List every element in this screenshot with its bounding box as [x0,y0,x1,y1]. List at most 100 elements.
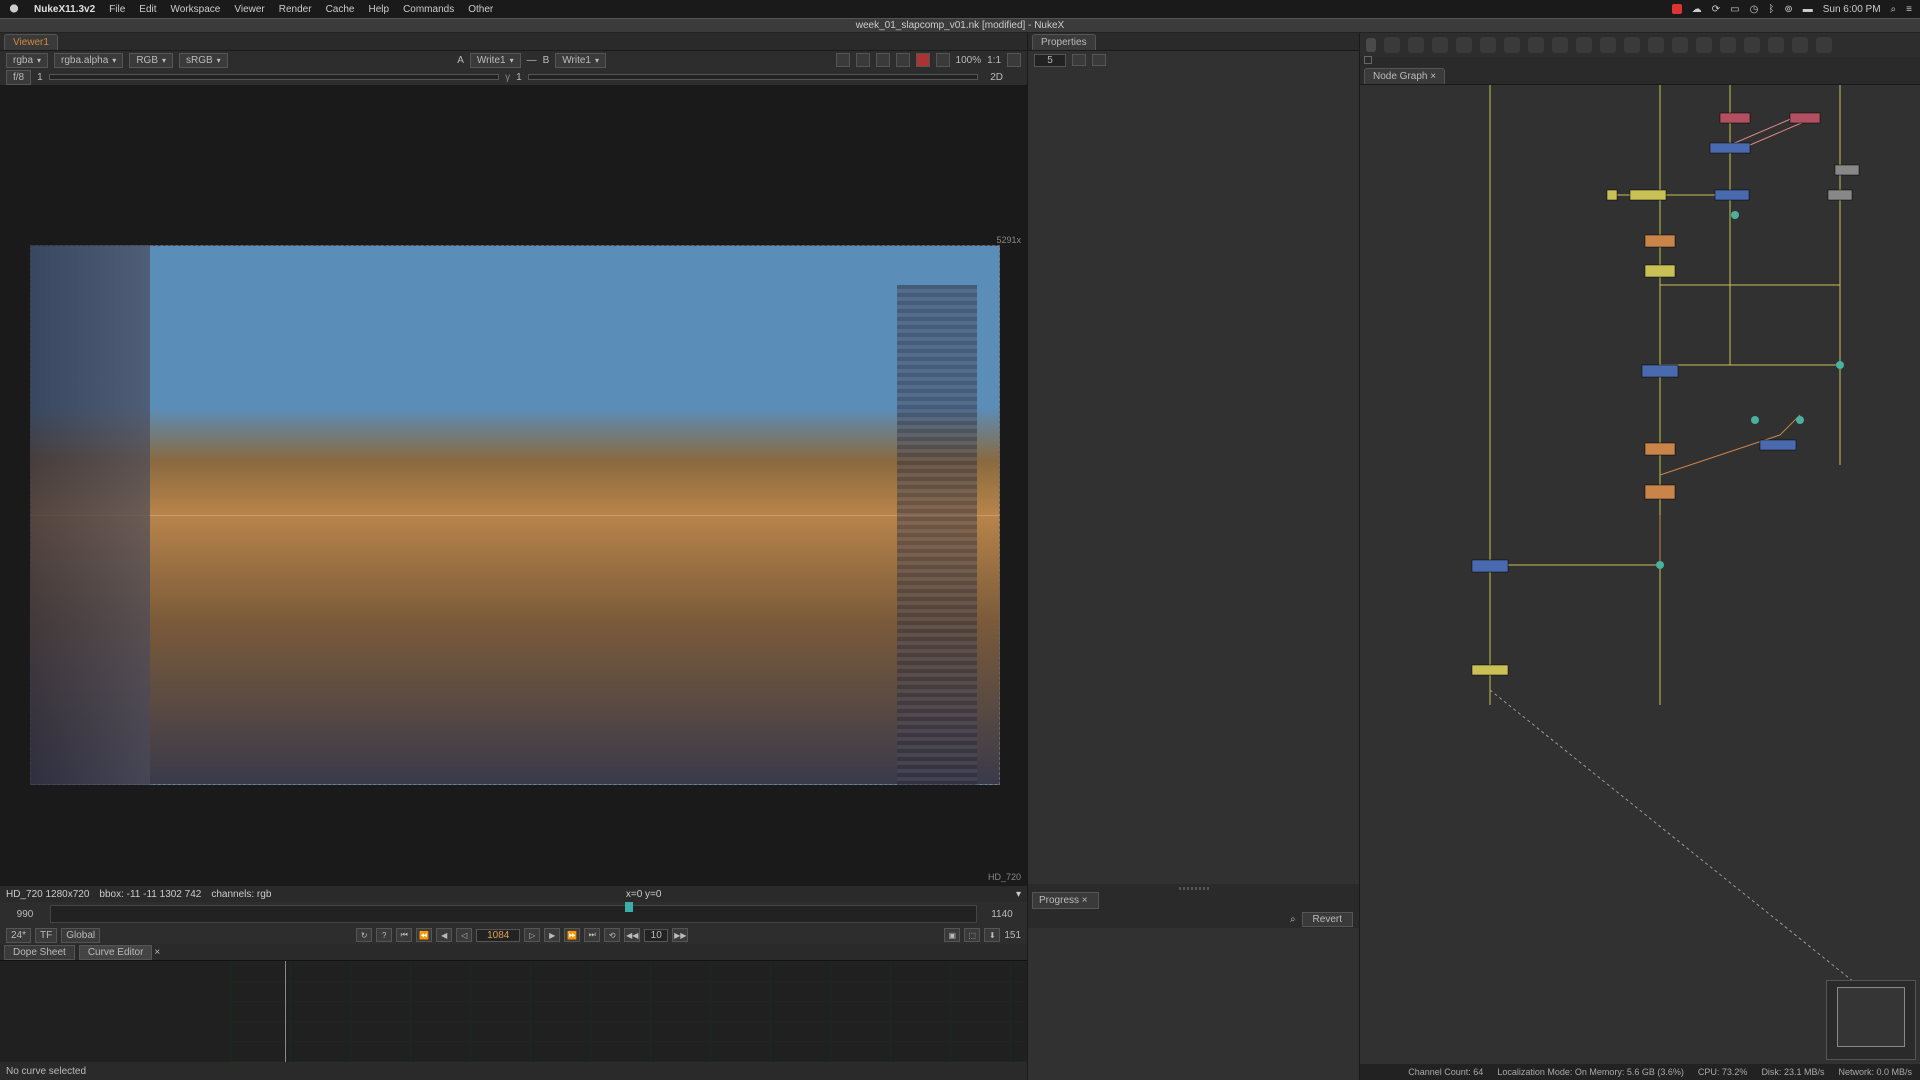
chevron-down-icon[interactable] [1364,56,1372,64]
tool-plugin-a-icon[interactable] [1792,37,1808,53]
skip-back-button[interactable]: ◀◀ [624,928,640,942]
a-input-dropdown[interactable]: Write1 [470,53,521,68]
wipe-icon[interactable]: — [527,55,537,66]
playhead[interactable] [625,902,633,912]
flipbook-icon[interactable]: ⬚ [964,928,980,942]
colorspace-dropdown[interactable]: RGB [129,53,173,68]
next-key-button[interactable]: ⏩ [564,928,580,942]
gain-slider[interactable] [49,74,499,80]
fstop-button[interactable]: f/8 [6,70,31,85]
step-fwd-button[interactable]: ▷ [524,928,540,942]
tab-node-graph[interactable]: Node Graph × [1364,68,1445,84]
first-frame-button[interactable]: ⏮ [396,928,412,942]
loop-icon[interactable]: ? [376,928,392,942]
revert-button[interactable]: Revert [1302,912,1353,927]
wifi-icon[interactable]: ⊚ [1784,4,1792,15]
current-frame-input[interactable] [476,929,520,942]
menu-file[interactable]: File [109,4,125,15]
ratio-label[interactable]: 1:1 [987,55,1001,66]
timeline-end[interactable]: 1140 [977,909,1027,920]
record-icon[interactable] [916,53,930,67]
close-tab-icon[interactable]: × [1430,71,1436,82]
pause-icon[interactable] [896,53,910,67]
lock-icon[interactable] [1092,54,1106,66]
zoom-label[interactable]: 100% [956,55,982,66]
play-back-button[interactable]: ◀ [436,928,452,942]
app-name[interactable]: NukeX11.3v2 [34,4,95,15]
notification-center-icon[interactable]: ≡ [1906,4,1912,15]
tool-metadata-icon[interactable] [1696,37,1712,53]
tab-viewer1[interactable]: Viewer1 [4,34,58,50]
b-input-dropdown[interactable]: Write1 [555,53,606,68]
close-tab-icon[interactable]: × [1082,895,1088,906]
tool-time-icon[interactable] [1432,37,1448,53]
fit-icon[interactable] [1007,53,1021,67]
clock-icon[interactable]: ◷ [1750,4,1759,15]
max-panels-input[interactable] [1034,54,1066,67]
tool-image-icon[interactable] [1384,37,1400,53]
dropdown-arrow-icon[interactable]: ▾ [1016,889,1021,900]
tab-curve-editor[interactable]: Curve Editor [79,945,153,960]
gamma-value[interactable]: 1 [516,72,522,83]
tf-dropdown[interactable]: TF [35,928,57,943]
tab-dope-sheet[interactable]: Dope Sheet [4,945,75,960]
sync-icon[interactable]: ⟳ [1712,4,1720,15]
tool-transform-icon[interactable] [1576,37,1592,53]
curve-playhead[interactable] [285,961,286,1062]
tool-particles-icon[interactable] [1624,37,1640,53]
tool-plugin-b-icon[interactable] [1816,37,1832,53]
tool-keyer-icon[interactable] [1528,37,1544,53]
gamma-slider[interactable] [528,74,978,80]
menu-other[interactable]: Other [468,4,493,15]
close-tab-icon[interactable]: × [154,947,160,958]
range-dropdown[interactable]: Global [61,928,100,943]
search-icon[interactable]: ⌕ [1290,914,1296,925]
last-frame-button[interactable]: ⏭ [584,928,600,942]
apple-menu-icon[interactable] [8,3,20,15]
tool-other-icon[interactable] [1744,37,1760,53]
fps-dropdown[interactable]: 24* [6,928,31,943]
play-fwd-button[interactable]: ▶ [544,928,560,942]
step-size-input[interactable] [644,929,668,942]
clock-text[interactable]: Sun 6:00 PM [1823,4,1881,15]
properties-panel[interactable] [1028,69,1359,884]
gain-value[interactable]: 1 [37,72,43,83]
in-out-icon[interactable]: ▣ [944,928,960,942]
roi-icon[interactable] [856,53,870,67]
sync-icon[interactable]: ↻ [356,928,372,942]
tool-furnace-icon[interactable] [1768,37,1784,53]
tool-draw-icon[interactable] [1408,37,1424,53]
menu-edit[interactable]: Edit [139,4,156,15]
tool-filter-icon[interactable] [1504,37,1520,53]
tool-channel-icon[interactable] [1456,37,1472,53]
tool-deep-icon[interactable] [1648,37,1664,53]
tool-views-icon[interactable] [1672,37,1688,53]
menu-commands[interactable]: Commands [403,4,454,15]
timeline[interactable]: 990 1140 [0,902,1027,926]
step-back-button[interactable]: ◁ [456,928,472,942]
curve-grid[interactable] [230,961,1027,1062]
toolbar-menu-icon[interactable] [1366,38,1376,52]
display-icon[interactable]: ▭ [1730,4,1739,15]
drag-handle[interactable] [1028,884,1359,892]
node-graph[interactable] [1360,85,1920,1064]
proxy-icon[interactable] [876,53,890,67]
menu-workspace[interactable]: Workspace [171,4,221,15]
skip-fwd-button[interactable]: ▶▶ [672,928,688,942]
tab-progress[interactable]: Progress × [1032,892,1099,909]
tool-color-icon[interactable] [1480,37,1496,53]
spotlight-icon[interactable]: ⌕ [1891,4,1897,15]
viewer-canvas[interactable]: 5291x HD_720 [0,85,1027,886]
clip-icon[interactable] [836,53,850,67]
render-icon[interactable]: ⬇ [984,928,1000,942]
menu-help[interactable]: Help [368,4,389,15]
menu-cache[interactable]: Cache [326,4,355,15]
loop-mode-button[interactable]: ⟲ [604,928,620,942]
menu-viewer[interactable]: Viewer [234,4,264,15]
channels-dropdown[interactable]: rgba [6,53,48,68]
timeline-track[interactable] [50,905,977,923]
tool-3d-icon[interactable] [1600,37,1616,53]
tool-merge-icon[interactable] [1552,37,1568,53]
tab-properties[interactable]: Properties [1032,34,1096,50]
prev-key-button[interactable]: ⏪ [416,928,432,942]
